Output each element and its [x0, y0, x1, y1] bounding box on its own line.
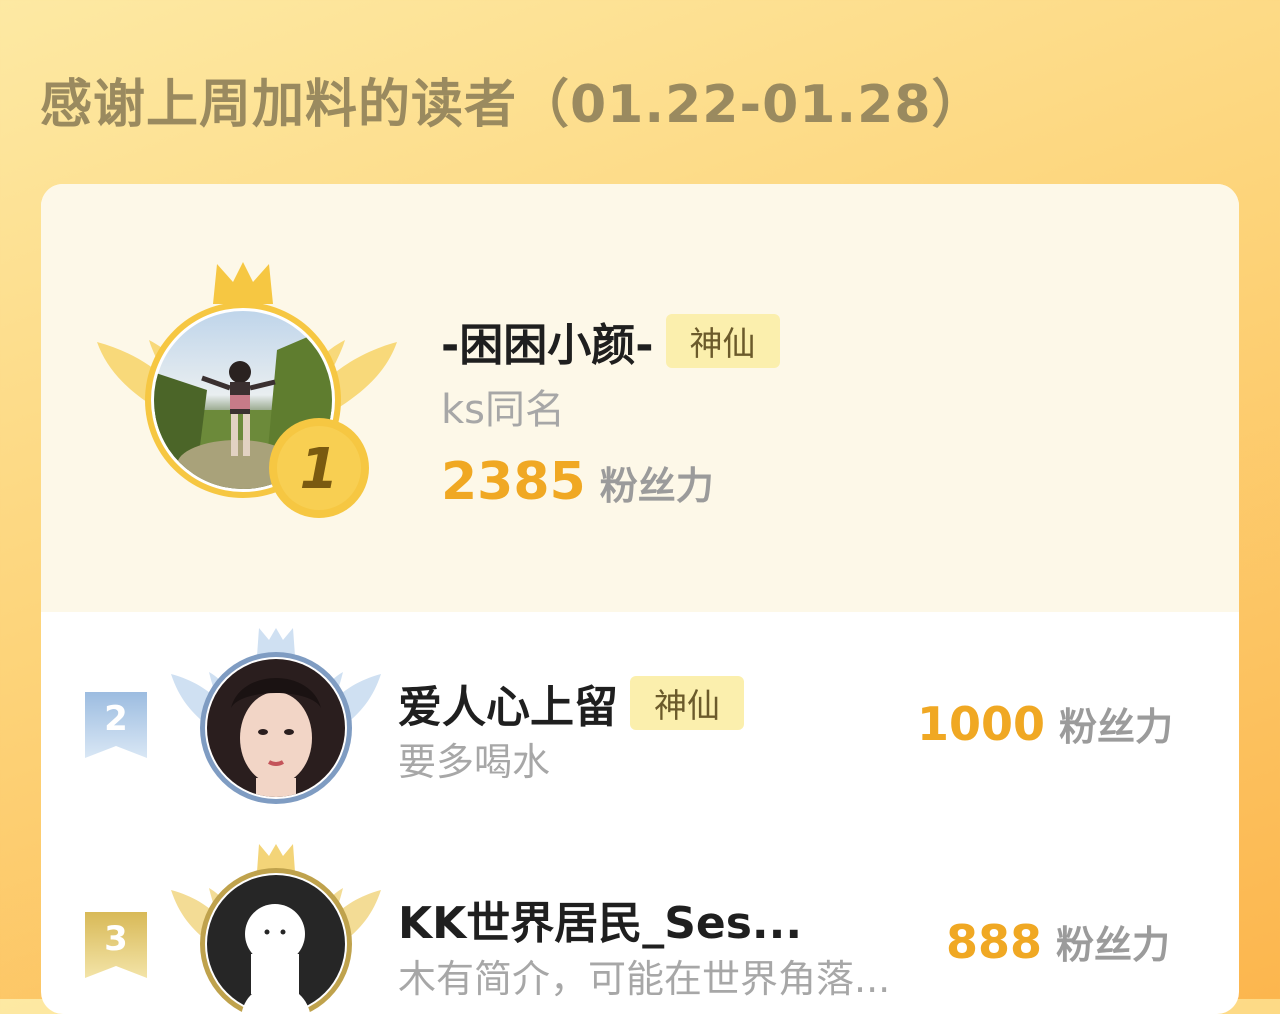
crown-icon — [257, 844, 295, 872]
rank-2-number: 2 — [104, 699, 128, 739]
reader-1-name-line: -困困小颜- 神仙 — [441, 309, 780, 373]
reader-2-score-unit: 粉丝力 — [1059, 705, 1174, 749]
reader-1-score-unit: 粉丝力 — [599, 464, 714, 508]
reader-1-bio: ks同名 — [441, 387, 566, 433]
crown-icon — [257, 628, 295, 656]
reader-2-level-badge: 神仙 — [630, 676, 744, 730]
reader-1-name[interactable]: -困困小颜- — [441, 309, 654, 373]
reader-2-bio: 要多喝水 — [398, 740, 551, 784]
rank-3-number: 3 — [104, 919, 128, 959]
crown-icon — [213, 262, 273, 304]
reader-2-avatar[interactable] — [171, 628, 381, 808]
reader-2-name-line: 爱人心上留 神仙 — [398, 671, 744, 735]
reader-3-avatar[interactable] — [171, 844, 381, 1014]
reader-1-avatar[interactable]: 1 — [97, 260, 397, 550]
reader-3-score-value: 888 — [946, 915, 1043, 969]
reader-1-score: 2385 粉丝力 — [441, 452, 714, 512]
page-title: 感谢上周加料的读者（01.22-01.28） — [40, 75, 985, 135]
reader-2-score: 1000 粉丝力 — [917, 696, 1173, 751]
reader-2-name[interactable]: 爱人心上留 — [398, 671, 618, 735]
reader-1-score-value: 2385 — [441, 452, 586, 512]
reader-1-level-badge: 神仙 — [665, 314, 780, 368]
rank-1-number: 1 — [300, 437, 339, 502]
rank-3-flag: 3 — [85, 912, 147, 982]
reader-3-name-line: KK世界居民_Ses... — [398, 887, 802, 951]
rank-2-flag: 2 — [85, 692, 147, 762]
reader-3-score-unit: 粉丝力 — [1056, 923, 1171, 967]
reader-3-name[interactable]: KK世界居民_Ses... — [398, 887, 802, 951]
reader-3-score: 888 粉丝力 — [946, 914, 1170, 969]
leaderboard-card: 1 -困困小颜- 神仙 ks同名 2385 粉丝力 2 爱人心上留 神仙 要多喝… — [41, 184, 1239, 1014]
reader-2-score-value: 1000 — [917, 697, 1046, 751]
reader-3-bio: 木有简介，可能在世界角落... — [398, 957, 891, 1001]
